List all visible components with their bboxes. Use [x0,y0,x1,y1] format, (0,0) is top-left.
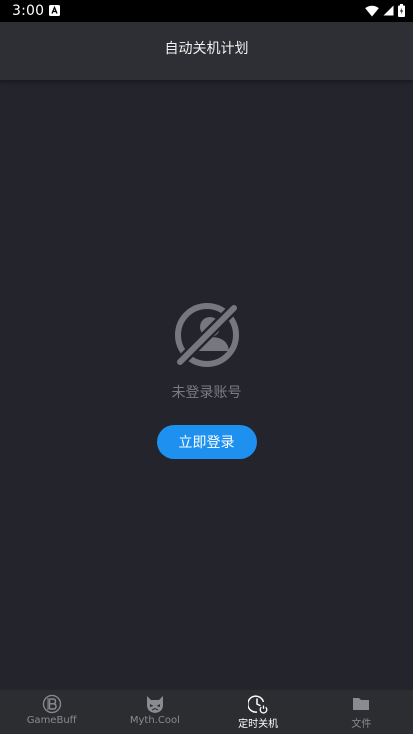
battery-icon [398,4,405,17]
folder-icon [353,698,370,710]
timer-power-icon [248,695,268,714]
nav-label-files: 文件 [351,719,372,730]
notification-icon [49,5,60,16]
login-button[interactable]: 立即登录 [156,425,257,459]
status-time: 3:00 [12,3,45,19]
not-logged-in-panel: 未登录账号 立即登录 [0,300,413,459]
nav-label-timer-shutdown: 定时关机 [238,719,279,730]
status-bar: 3:00 [0,0,413,22]
nav-item-timer-shutdown[interactable]: 定时关机 [207,690,310,734]
page-title: 自动关机计划 [164,41,249,57]
nav-label-gamebuff: GameBuff [26,715,77,726]
nav-label-myth-cool: Myth.Cool [129,715,180,726]
app-bar: 自动关机计划 [0,22,413,80]
myth-cool-icon [146,696,163,713]
nav-item-myth-cool[interactable]: Myth.Cool [103,690,206,734]
bottom-nav: GameBuff Myth.Cool 定时关机 文件 [0,690,413,734]
signal-icon [383,5,394,16]
nav-item-gamebuff[interactable]: GameBuff [0,690,103,734]
screen: 3:00 自动关机计划 未登录账号 立即登录 GameBuff Myth.Coo… [0,0,413,734]
not-logged-in-text: 未登录账号 [171,385,242,401]
wifi-icon [365,5,379,17]
nav-item-files[interactable]: 文件 [310,690,413,734]
no-user-icon [174,303,239,367]
status-icons [365,4,405,17]
gamebuff-icon [42,694,61,714]
